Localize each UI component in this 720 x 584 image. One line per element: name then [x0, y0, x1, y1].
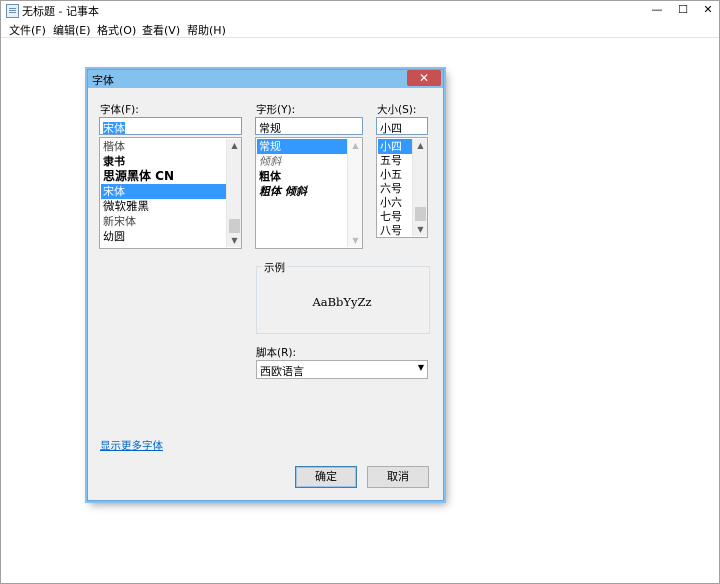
menu-view[interactable]: 查看(V): [142, 22, 180, 38]
sample-text: AaBbYyZz: [312, 295, 372, 309]
more-fonts-link[interactable]: 显示更多字体: [100, 438, 163, 453]
ok-button[interactable]: 确定: [295, 466, 357, 488]
menu-file[interactable]: 文件(F): [9, 22, 46, 38]
maximize-button[interactable]: ☐: [669, 1, 697, 19]
scroll-up-icon[interactable]: ▲: [227, 139, 241, 152]
font-input-value: 宋体: [103, 122, 125, 135]
font-label: 字体(F):: [100, 104, 139, 116]
list-item[interactable]: 小五: [378, 167, 413, 182]
size-label: 大小(S):: [377, 104, 417, 116]
list-item[interactable]: 思源黑体 CN: [101, 169, 227, 184]
list-item[interactable]: 七号: [378, 209, 413, 224]
list-item-selected[interactable]: 宋体: [101, 184, 227, 199]
list-item[interactable]: 楷体: [101, 139, 227, 154]
scroll-up-icon[interactable]: ▲: [348, 139, 362, 152]
menu-help[interactable]: 帮助(H): [187, 22, 226, 38]
cancel-button[interactable]: 取消: [367, 466, 429, 488]
style-label: 字形(Y):: [256, 104, 296, 116]
list-item-selected[interactable]: 常规: [257, 139, 348, 154]
list-item[interactable]: 幼圆: [101, 229, 227, 244]
window-title: 无标题 - 记事本: [22, 5, 99, 18]
size-input[interactable]: 小四: [376, 117, 428, 135]
list-item[interactable]: 粗体 倾斜: [257, 184, 348, 199]
style-listbox[interactable]: 常规 倾斜 粗体 粗体 倾斜 ▲ ▼: [255, 137, 363, 249]
list-item[interactable]: 新宋体: [101, 214, 227, 229]
font-listbox[interactable]: 楷体 隶书 思源黑体 CN 宋体 微软雅黑 新宋体 幼圆 ▲ ▼: [99, 137, 242, 249]
list-item[interactable]: 倾斜: [257, 154, 348, 169]
scroll-down-icon[interactable]: ▼: [348, 234, 362, 247]
chevron-down-icon: ▼: [417, 363, 424, 372]
size-scrollbar[interactable]: ▲ ▼: [412, 139, 427, 236]
list-item[interactable]: 隶书: [101, 154, 227, 169]
menu-format[interactable]: 格式(O): [97, 22, 136, 38]
scroll-thumb[interactable]: [229, 219, 240, 233]
dialog-close-button[interactable]: ✕: [407, 70, 441, 86]
font-scrollbar[interactable]: ▲ ▼: [226, 139, 241, 247]
dialog-title: 字体: [92, 74, 114, 87]
scroll-thumb[interactable]: [415, 207, 426, 221]
style-input[interactable]: 常规: [255, 117, 363, 135]
menu-edit[interactable]: 编辑(E): [53, 22, 91, 38]
menu-bar: 文件(F) 编辑(E) 格式(O) 查看(V) 帮助(H): [1, 20, 719, 38]
script-select-value: 西欧语言: [260, 365, 304, 378]
list-item[interactable]: 六号: [378, 181, 413, 196]
font-input[interactable]: 宋体: [99, 117, 242, 135]
scroll-down-icon[interactable]: ▼: [227, 234, 241, 247]
scroll-up-icon[interactable]: ▲: [413, 139, 427, 152]
list-item[interactable]: 八号: [378, 223, 413, 237]
list-item[interactable]: 粗体: [257, 169, 348, 184]
script-label: 脚本(R):: [256, 347, 297, 359]
list-item[interactable]: 微软雅黑: [101, 199, 227, 214]
size-listbox[interactable]: 小四 五号 小五 六号 小六 七号 八号 ▲ ▼: [376, 137, 428, 238]
script-select[interactable]: 西欧语言 ▼: [256, 360, 428, 379]
scroll-down-icon[interactable]: ▼: [413, 223, 427, 236]
notepad-icon: [6, 4, 19, 18]
title-bar: 无标题 - 记事本 — ☐ ✕: [1, 1, 719, 19]
minimize-button[interactable]: —: [643, 1, 671, 19]
font-dialog: 字体 ✕ 字体(F): 宋体 楷体 隶书 思源黑体 CN 宋体 微软雅黑 新宋体…: [87, 69, 444, 501]
close-button[interactable]: ✕: [694, 1, 720, 19]
list-item-selected[interactable]: 小四: [378, 139, 413, 154]
sample-label: 示例: [262, 260, 287, 275]
dialog-title-bar: 字体 ✕: [88, 70, 443, 88]
list-item[interactable]: 小六: [378, 195, 413, 210]
style-scrollbar[interactable]: ▲ ▼: [347, 139, 362, 247]
list-item[interactable]: 五号: [378, 153, 413, 168]
